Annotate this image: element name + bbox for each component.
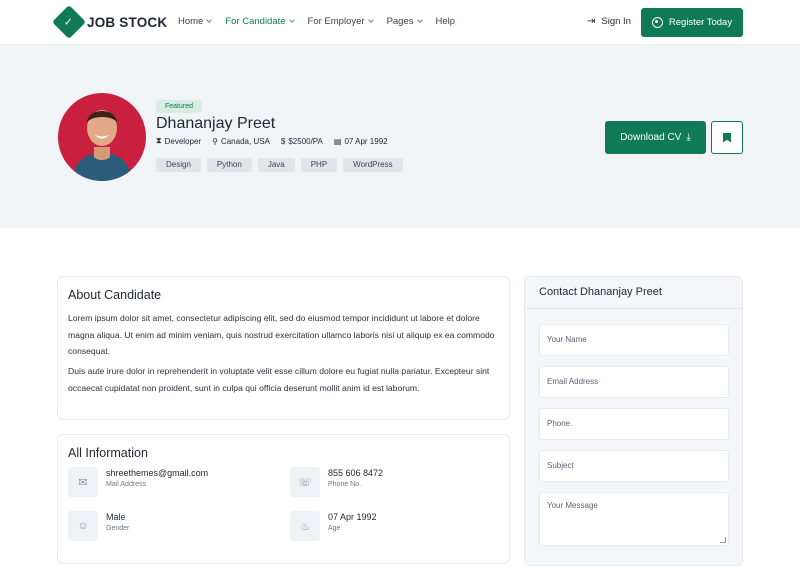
skill-tag[interactable]: Java — [257, 158, 295, 172]
info-age: ♨ 07 Apr 1992 Age — [290, 511, 377, 541]
candidate-name: Dhananjay Preet — [156, 115, 276, 132]
menu-item-for-employer[interactable]: For Employer — [308, 16, 374, 27]
info-label: Mail Address — [106, 481, 147, 488]
skill-tag[interactable]: WordPress — [343, 158, 403, 172]
message-textarea[interactable]: Your Message — [539, 492, 729, 546]
meta-date: ▤ 07 Apr 1992 — [333, 136, 388, 146]
info-value: Male — [106, 512, 126, 522]
phone-input[interactable]: Phone. — [539, 408, 729, 440]
all-information-card: All Information ✉ shreethemes@gmail.com … — [57, 434, 510, 564]
menu-item-pages[interactable]: Pages — [387, 16, 423, 27]
info-value: 07 Apr 1992 — [328, 512, 377, 522]
user-icon: ☺ — [68, 511, 98, 541]
info-phone: ☏ 855 606 8472 Phone No. — [290, 467, 383, 497]
bookmark-icon — [723, 132, 731, 143]
user-circle-icon — [651, 17, 663, 28]
contact-card: Contact Dhananjay Preet Your Name Email … — [524, 276, 743, 566]
chevron-down-icon — [416, 17, 423, 23]
meta-salary: $ $2500/PA — [280, 136, 323, 146]
register-button[interactable]: Register Today — [641, 8, 743, 37]
main-menu: Home For Candidate For Employer Pages He… — [178, 16, 469, 27]
menu-item-for-candidate[interactable]: For Candidate — [225, 16, 295, 27]
meta-role: ⧗ Developer — [156, 136, 202, 146]
about-paragraph: Lorem ipsum dolor sit amet, consectetur … — [68, 313, 495, 356]
skill-tags: Design Python Java PHP WordPress — [156, 158, 409, 172]
calendar-icon: ▤ — [333, 136, 342, 146]
subject-input[interactable]: Subject — [539, 450, 729, 482]
logo-icon: ✓ — [52, 5, 86, 39]
sign-in-icon: ⇥ — [587, 16, 596, 27]
name-input[interactable]: Your Name — [539, 324, 729, 356]
cake-icon: ♨ — [290, 511, 320, 541]
info-value: shreethemes@gmail.com — [106, 468, 209, 478]
download-icon: ⤓ — [686, 132, 691, 143]
hourglass-icon: ⧗ — [156, 136, 162, 145]
menu-item-help[interactable]: Help — [436, 16, 456, 27]
skill-tag[interactable]: Design — [156, 158, 201, 172]
sign-in-link[interactable]: ⇥ Sign In — [587, 16, 631, 27]
logo[interactable]: ✓ JOB STOCK — [52, 5, 168, 39]
about-candidate-card: About Candidate Lorem ipsum dolor sit am… — [57, 276, 510, 420]
bookmark-button[interactable] — [711, 121, 743, 154]
contact-title: Contact Dhananjay Preet — [539, 286, 662, 298]
location-pin-icon: ⚲ — [212, 136, 218, 146]
download-cv-button[interactable]: Download CV ⤓ — [605, 121, 706, 154]
info-label: Phone No. — [328, 481, 362, 488]
menu-item-home[interactable]: Home — [178, 16, 213, 27]
featured-badge: Featured — [156, 100, 203, 113]
resize-handle-icon[interactable] — [720, 537, 726, 543]
phone-icon: ☏ — [290, 467, 320, 497]
mail-icon: ✉ — [68, 467, 98, 497]
top-navbar: ✓ JOB STOCK Home For Candidate For Emplo… — [0, 0, 800, 45]
meta-location: ⚲ Canada, USA — [212, 136, 270, 146]
info-gender: ☺ Male Gender — [68, 511, 129, 541]
about-title: About Candidate — [68, 288, 162, 302]
chevron-down-icon — [206, 17, 213, 23]
contact-header: Contact Dhananjay Preet — [525, 277, 742, 309]
candidate-meta: ⧗ Developer ⚲ Canada, USA $ $2500/PA ▤ 07 Ap… — [156, 136, 399, 146]
avatar — [58, 93, 146, 181]
info-mail: ✉ shreethemes@gmail.com Mail Address — [68, 467, 208, 497]
skill-tag[interactable]: Python — [206, 158, 252, 172]
info-label: Age — [328, 525, 341, 532]
skill-tag[interactable]: PHP — [300, 158, 338, 172]
info-value: 855 606 8472 — [328, 468, 384, 478]
chevron-down-icon — [288, 17, 295, 23]
logo-text: JOB STOCK — [87, 14, 168, 30]
about-paragraph: Duis aute irure dolor in reprehenderit i… — [68, 366, 490, 393]
info-label: Gender — [106, 525, 130, 532]
chevron-down-icon — [367, 17, 374, 23]
money-bag-icon: $ — [280, 136, 286, 146]
email-input[interactable]: Email Address — [539, 366, 729, 398]
info-title: All Information — [68, 446, 148, 460]
